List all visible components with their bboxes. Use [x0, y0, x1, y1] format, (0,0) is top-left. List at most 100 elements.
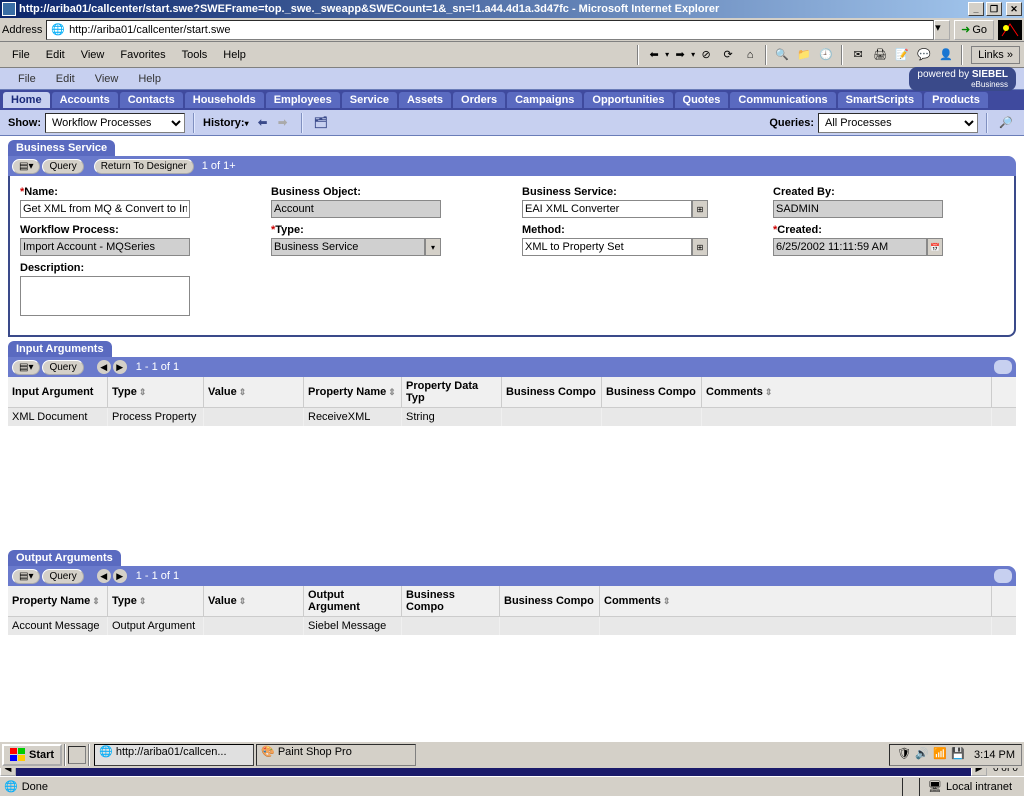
- search-icon[interactable]: 🔎: [996, 114, 1016, 132]
- applet-menu-button[interactable]: ▤▾: [12, 569, 40, 584]
- method-pick-button[interactable]: ⊞: [692, 238, 708, 256]
- ie-menu-file[interactable]: File: [4, 46, 38, 64]
- messenger-button[interactable]: 👤: [935, 44, 957, 66]
- sort-icon[interactable]: ⇕: [388, 387, 396, 398]
- sort-icon[interactable]: ⇕: [663, 596, 671, 607]
- quick-launch[interactable]: [68, 746, 86, 764]
- query-button[interactable]: Query: [42, 569, 83, 584]
- tab-households[interactable]: Households: [185, 92, 264, 108]
- tab-orders[interactable]: Orders: [453, 92, 505, 108]
- col-output-argument[interactable]: Output Argument: [304, 586, 402, 616]
- sort-icon[interactable]: ⇕: [139, 387, 147, 398]
- sort-icon[interactable]: ⇕: [139, 596, 147, 607]
- forward-button[interactable]: ➡: [669, 44, 691, 66]
- list-expand-button[interactable]: [994, 569, 1012, 583]
- col-type[interactable]: Type⇕: [108, 377, 204, 407]
- discuss-button[interactable]: 💬: [913, 44, 935, 66]
- task-paintshop[interactable]: 🎨 Paint Shop Pro: [256, 744, 416, 766]
- ie-menu-favorites[interactable]: Favorites: [112, 46, 173, 64]
- sort-icon[interactable]: ⇕: [239, 596, 247, 607]
- tab-accounts[interactable]: Accounts: [52, 92, 118, 108]
- stop-button[interactable]: ⊘: [695, 44, 717, 66]
- description-input[interactable]: [20, 276, 190, 316]
- col-bus-comp-1[interactable]: Business Compo: [402, 586, 500, 616]
- queries-dropdown[interactable]: All Processes: [818, 113, 978, 133]
- siebel-menu-view[interactable]: View: [85, 71, 129, 87]
- minimize-button[interactable]: _: [968, 2, 984, 16]
- ie-menu-edit[interactable]: Edit: [38, 46, 73, 64]
- method-input[interactable]: [522, 238, 692, 256]
- close-button[interactable]: ✕: [1006, 2, 1022, 16]
- tray-icon[interactable]: 💾: [951, 747, 967, 763]
- tab-quotes[interactable]: Quotes: [675, 92, 729, 108]
- tab-smartscripts[interactable]: SmartScripts: [838, 92, 922, 108]
- sort-icon[interactable]: ⇕: [765, 387, 773, 398]
- ie-menu-help[interactable]: Help: [215, 46, 254, 64]
- tab-home[interactable]: Home: [3, 92, 50, 108]
- col-value[interactable]: Value⇕: [204, 586, 304, 616]
- col-bus-comp-2[interactable]: Business Compo: [500, 586, 600, 616]
- favorites-button[interactable]: 📁: [793, 44, 815, 66]
- links-toolbar[interactable]: Links »: [971, 46, 1020, 64]
- list-expand-button[interactable]: [994, 360, 1012, 374]
- clock[interactable]: 3:14 PM: [974, 749, 1015, 761]
- tray-icon[interactable]: 🛡: [897, 747, 913, 763]
- col-value[interactable]: Value⇕: [204, 377, 304, 407]
- type-input[interactable]: [271, 238, 425, 256]
- show-dropdown[interactable]: Workflow Processes: [45, 113, 185, 133]
- site-map-button[interactable]: 🗂: [311, 114, 331, 132]
- col-property-data-type[interactable]: Property Data Typ: [402, 377, 502, 407]
- col-property-name[interactable]: Property Name⇕: [8, 586, 108, 616]
- history-button[interactable]: 🕘: [815, 44, 837, 66]
- list-prev-button[interactable]: ◀: [97, 360, 111, 374]
- search-button[interactable]: 🔍: [771, 44, 793, 66]
- return-to-designer-button[interactable]: Return To Designer: [94, 159, 194, 174]
- tab-opportunities[interactable]: Opportunities: [584, 92, 672, 108]
- tab-products[interactable]: Products: [924, 92, 988, 108]
- list-prev-button[interactable]: ◀: [97, 569, 111, 583]
- col-comments[interactable]: Comments⇕: [600, 586, 992, 616]
- col-input-argument[interactable]: Input Argument: [8, 377, 108, 407]
- list-row[interactable]: XML Document Process Property ReceiveXML…: [8, 408, 1016, 426]
- ie-menu-view[interactable]: View: [73, 46, 113, 64]
- applet-menu-button[interactable]: ▤▾: [12, 159, 40, 174]
- tab-employees[interactable]: Employees: [266, 92, 340, 108]
- type-dropdown-button[interactable]: ▾: [425, 238, 441, 256]
- edit-page-button[interactable]: 📝: [891, 44, 913, 66]
- home-button[interactable]: ⌂: [739, 44, 761, 66]
- name-input[interactable]: [20, 200, 190, 218]
- tab-assets[interactable]: Assets: [399, 92, 451, 108]
- siebel-menu-file[interactable]: File: [8, 71, 46, 87]
- address-input[interactable]: 🌐 http://ariba01/callcenter/start.swe: [46, 20, 934, 40]
- list-next-button[interactable]: ▶: [113, 360, 127, 374]
- tab-campaigns[interactable]: Campaigns: [507, 92, 582, 108]
- print-button[interactable]: 🖨: [869, 44, 891, 66]
- history-forward-button[interactable]: ➡: [273, 114, 293, 132]
- tab-service[interactable]: Service: [342, 92, 397, 108]
- sort-icon[interactable]: ⇕: [239, 387, 247, 398]
- created-date-button[interactable]: 📅: [927, 238, 943, 256]
- query-button[interactable]: Query: [42, 360, 83, 375]
- task-ie[interactable]: 🌐 http://ariba01/callcen...: [94, 744, 254, 766]
- address-dropdown[interactable]: ▾: [934, 20, 950, 40]
- list-next-button[interactable]: ▶: [113, 569, 127, 583]
- refresh-button[interactable]: ⟳: [717, 44, 739, 66]
- mail-button[interactable]: ✉: [847, 44, 869, 66]
- history-back-button[interactable]: ⬅: [253, 114, 273, 132]
- go-button[interactable]: ➜Go: [954, 20, 994, 40]
- business-service-pick-button[interactable]: ⊞: [692, 200, 708, 218]
- list-row[interactable]: Account Message Output Argument Siebel M…: [8, 617, 1016, 635]
- siebel-menu-help[interactable]: Help: [128, 71, 171, 87]
- tab-communications[interactable]: Communications: [730, 92, 835, 108]
- tray-icon[interactable]: 🔊: [915, 747, 931, 763]
- tray-icon[interactable]: 📶: [933, 747, 949, 763]
- query-button[interactable]: Query: [42, 159, 83, 174]
- applet-menu-button[interactable]: ▤▾: [12, 360, 40, 375]
- sort-icon[interactable]: ⇕: [92, 596, 100, 607]
- ie-menu-tools[interactable]: Tools: [174, 46, 216, 64]
- business-service-input[interactable]: [522, 200, 692, 218]
- col-type[interactable]: Type⇕: [108, 586, 204, 616]
- siebel-menu-edit[interactable]: Edit: [46, 71, 85, 87]
- col-comments[interactable]: Comments⇕: [702, 377, 992, 407]
- tab-contacts[interactable]: Contacts: [120, 92, 183, 108]
